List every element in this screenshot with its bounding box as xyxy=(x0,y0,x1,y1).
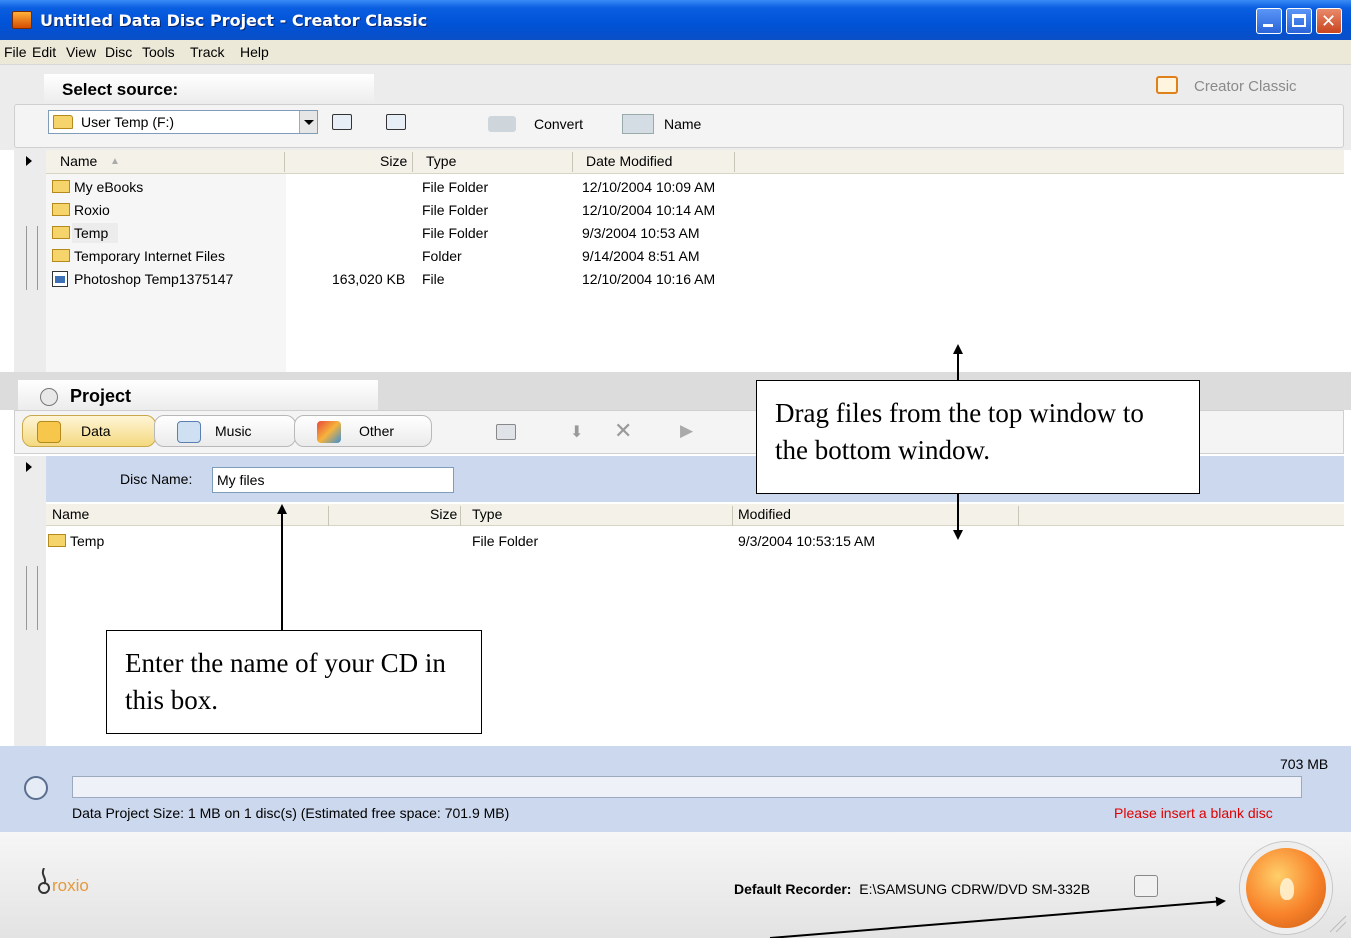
menu-bar: File Edit View Disc Tools Track Help xyxy=(0,40,1351,64)
sort-ascending-icon: ▲ xyxy=(110,156,120,167)
move-down-icon[interactable]: ⬇ xyxy=(570,422,583,442)
project-icon xyxy=(40,388,58,406)
table-row[interactable]: Photoshop Temp1375147 163,020 KB File 12… xyxy=(46,268,746,290)
window-title: Untitled Data Disc Project - Creator Cla… xyxy=(40,11,428,30)
rename-icon[interactable] xyxy=(622,114,654,134)
col-type[interactable]: Type xyxy=(426,153,456,169)
project-side-strip xyxy=(14,456,46,746)
folder-icon xyxy=(52,226,70,239)
splitter-grip[interactable] xyxy=(26,566,38,630)
drag-callout: Drag files from the top window to the bo… xyxy=(756,380,1200,494)
folder-icon xyxy=(48,534,66,547)
col-modified[interactable]: Modified xyxy=(738,506,791,522)
other-icon xyxy=(317,421,341,443)
convert-icon[interactable] xyxy=(488,116,516,132)
table-row[interactable]: Roxio File Folder 12/10/2004 10:14 AM xyxy=(46,199,746,221)
menu-help[interactable]: Help xyxy=(240,44,269,60)
disc-usage-progress xyxy=(72,776,1302,798)
roxio-logo: roxio xyxy=(52,876,89,895)
col-name[interactable]: Name xyxy=(52,506,89,522)
play-icon[interactable]: ▶ xyxy=(680,421,693,441)
project-size-text: Data Project Size: 1 MB on 1 disc(s) (Es… xyxy=(72,805,510,821)
creator-classic-icon xyxy=(1156,76,1178,94)
data-folder-icon xyxy=(37,421,61,443)
col-size[interactable]: Size xyxy=(380,153,407,169)
col-size[interactable]: Size xyxy=(430,506,457,522)
title-bar: Untitled Data Disc Project - Creator Cla… xyxy=(0,0,1351,40)
disc-name-input[interactable] xyxy=(212,467,454,493)
folder-icon xyxy=(52,180,70,193)
menu-file[interactable]: File xyxy=(4,44,27,60)
tab-data[interactable]: Data xyxy=(22,415,156,447)
insert-disc-message: Please insert a blank disc xyxy=(1114,805,1273,821)
table-row[interactable]: My eBooks File Folder 12/10/2004 10:09 A… xyxy=(46,176,746,198)
source-column-headers: Name ▲ Size Type Date Modified xyxy=(46,150,1344,174)
tab-other[interactable]: Other xyxy=(294,415,432,447)
up-folder-icon[interactable] xyxy=(496,424,516,440)
disc-eject-icon[interactable] xyxy=(24,776,48,800)
burn-button[interactable] xyxy=(1240,842,1332,934)
tab-music[interactable]: Music xyxy=(154,415,296,447)
browse-folder-icon[interactable] xyxy=(386,114,406,130)
expand-arrow-icon[interactable] xyxy=(26,462,32,472)
file-icon xyxy=(52,271,68,287)
menu-tools[interactable]: Tools xyxy=(142,44,175,60)
disc-name-callout: Enter the name of your CD in this box. xyxy=(106,630,482,734)
expand-arrow-icon[interactable] xyxy=(26,156,32,166)
chevron-down-icon[interactable] xyxy=(299,111,317,133)
table-row[interactable]: Temp File Folder 9/3/2004 10:53 AM xyxy=(46,222,746,244)
folder-icon xyxy=(52,203,70,216)
up-folder-icon[interactable] xyxy=(332,114,352,130)
project-title: Project xyxy=(70,386,132,406)
close-icon: ✕ xyxy=(1321,11,1337,32)
menu-disc[interactable]: Disc xyxy=(105,44,132,60)
menu-edit[interactable]: Edit xyxy=(32,44,56,60)
name-button[interactable]: Name xyxy=(664,116,701,132)
flame-icon xyxy=(1280,878,1294,900)
select-source-title: Select source: xyxy=(62,80,179,99)
col-date-modified[interactable]: Date Modified xyxy=(586,153,672,169)
source-side-strip xyxy=(14,150,46,372)
convert-button[interactable]: Convert xyxy=(534,116,583,132)
close-button[interactable]: ✕ xyxy=(1316,8,1342,34)
brand-label: Creator Classic xyxy=(1194,78,1297,95)
roxio-flame-icon xyxy=(38,868,50,894)
minimize-button[interactable] xyxy=(1256,8,1282,34)
maximize-button[interactable] xyxy=(1286,8,1312,34)
col-name[interactable]: Name xyxy=(60,153,97,169)
project-column-headers: Name Size Type Modified xyxy=(46,504,1344,526)
menu-track[interactable]: Track xyxy=(190,44,224,60)
delete-icon[interactable]: ✕ xyxy=(614,418,632,444)
table-row[interactable]: Temp File Folder 9/3/2004 10:53:15 AM xyxy=(46,530,946,552)
col-type[interactable]: Type xyxy=(472,506,502,522)
source-drive-select[interactable]: User Temp (F:) xyxy=(48,110,318,134)
disc-name-label: Disc Name: xyxy=(120,471,193,487)
app-icon xyxy=(12,11,32,29)
disc-capacity: 703 MB xyxy=(1280,756,1329,772)
folder-icon xyxy=(52,249,70,262)
recorder-settings-icon[interactable] xyxy=(1134,875,1158,897)
table-row[interactable]: Temporary Internet Files Folder 9/14/200… xyxy=(46,245,746,267)
music-icon xyxy=(177,421,201,443)
folder-icon xyxy=(53,115,73,129)
drive-value: User Temp (F:) xyxy=(81,114,175,130)
menu-view[interactable]: View xyxy=(66,44,96,60)
default-recorder: Default Recorder: E:\SAMSUNG CDRW/DVD SM… xyxy=(734,881,1091,897)
splitter-grip[interactable] xyxy=(26,226,38,290)
